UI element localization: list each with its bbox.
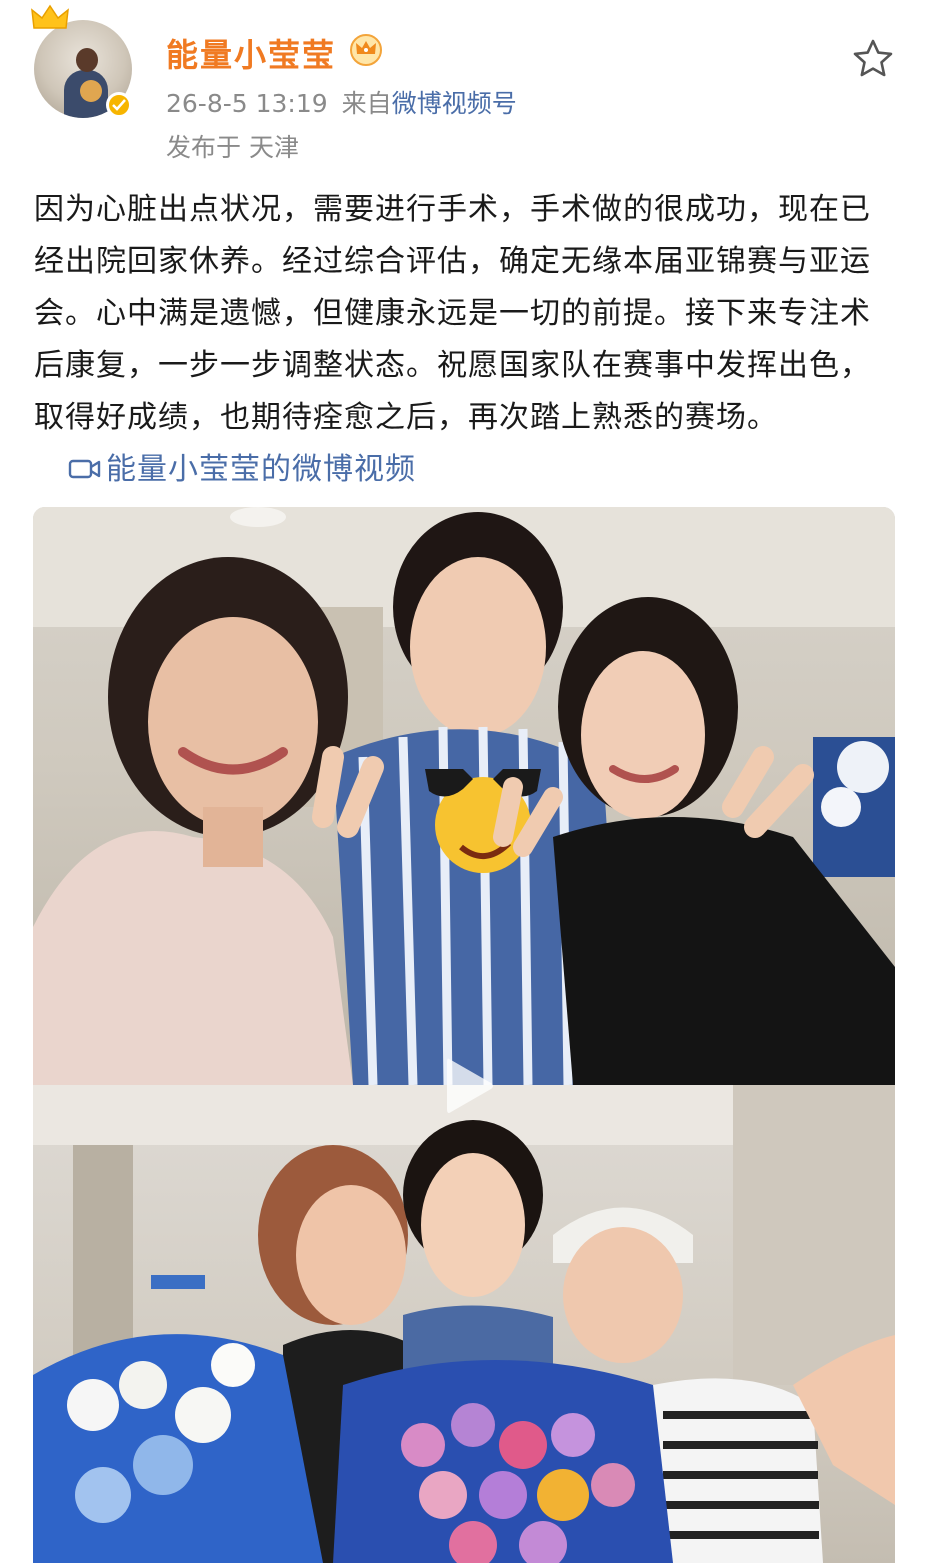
favorite-star-icon[interactable]: [852, 38, 894, 78]
photo-illustration-bottom: [33, 1085, 895, 1563]
video-frame-bottom: [33, 1085, 895, 1563]
play-icon[interactable]: [441, 1055, 497, 1117]
photo-illustration-top: [33, 507, 895, 1085]
video-camera-icon: [68, 459, 101, 479]
vip-crown-icon[interactable]: [348, 32, 384, 66]
post-body: 因为心脏出点状况，需要进行手术，手术做的很成功，现在已经出院回家休养。经过综合评…: [34, 184, 896, 496]
crown-icon: [31, 4, 69, 29]
post-header: 能量小莹莹 26-8-5 13:19 来自微博视频号 发布于 天津: [0, 0, 928, 170]
avatar-figure-head: [76, 48, 98, 72]
post-meta: 26-8-5 13:19 来自微博视频号: [166, 84, 517, 120]
source-link[interactable]: 微博视频号: [392, 89, 517, 118]
video-player[interactable]: [33, 507, 895, 1563]
post-timestamp: 26-8-5 13:19: [166, 89, 328, 118]
post-location: 发布于 天津: [166, 133, 299, 162]
author-avatar[interactable]: [31, 4, 134, 120]
post-body-text: 因为心脏出点状况，需要进行手术，手术做的很成功，现在已经出院回家休养。经过综合评…: [34, 192, 871, 435]
author-name[interactable]: 能量小莹莹: [166, 30, 336, 76]
verified-badge-icon: [106, 92, 132, 118]
video-link[interactable]: 能量小莹莹的微博视频: [68, 452, 416, 487]
video-link-label: 能量小莹莹的微博视频: [106, 452, 416, 487]
video-frame-top: [33, 507, 895, 1085]
source-prefix: 来自: [341, 89, 392, 118]
avatar-plush-toy: [80, 80, 102, 102]
